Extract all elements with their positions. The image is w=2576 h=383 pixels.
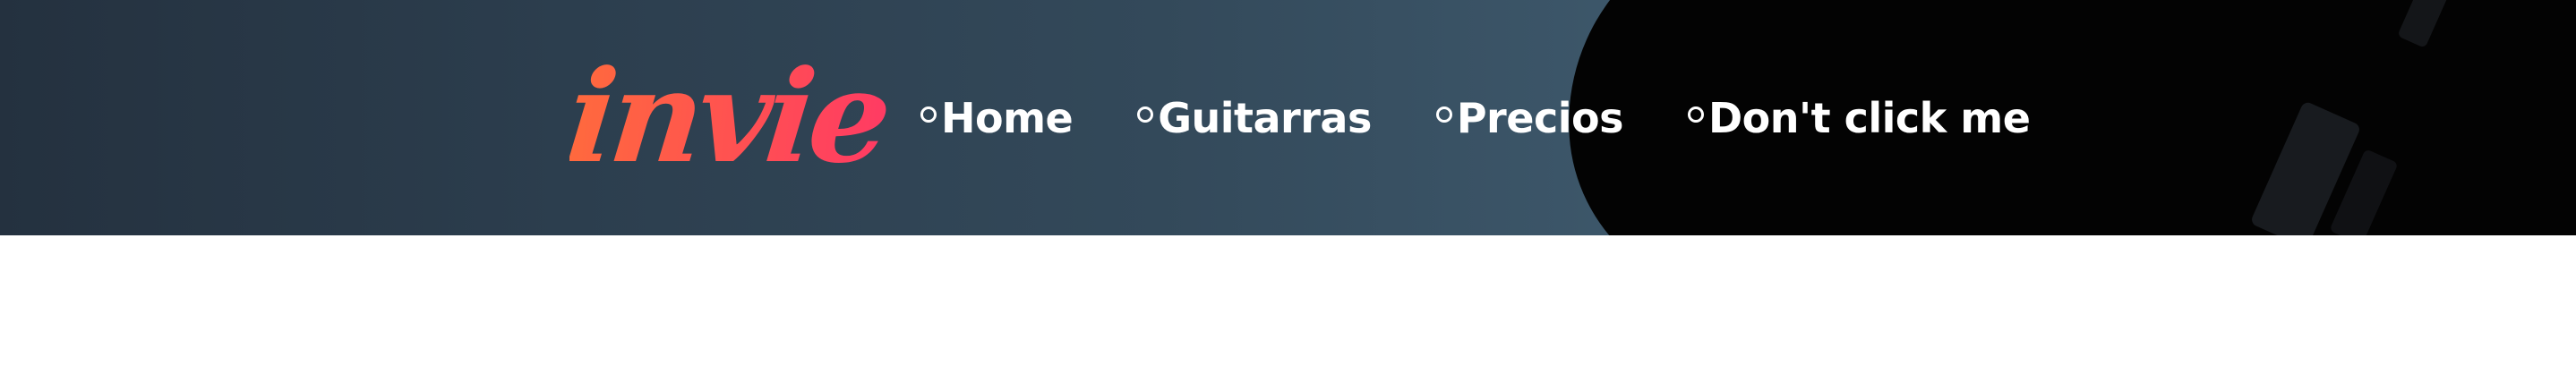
main-nav: invie Home Guitarras Precios Don't click…: [569, 55, 2031, 181]
nav-item-label: Guitarras: [1158, 94, 1372, 142]
circle-bullet-icon: [1435, 106, 1452, 123]
nav-item-dont-click-me[interactable]: Don't click me: [1687, 94, 2031, 142]
nav-item-label: Don't click me: [1707, 94, 2031, 142]
nav-item-home[interactable]: Home: [920, 94, 1074, 142]
circle-bullet-icon: [1687, 106, 1704, 123]
nav-item-label: Home: [941, 94, 1074, 142]
nav-item-precios[interactable]: Precios: [1435, 94, 1624, 142]
nav-item-label: Precios: [1456, 94, 1624, 142]
invie-logo[interactable]: invie: [569, 55, 910, 181]
site-header: invie Home Guitarras Precios Don't click…: [0, 0, 2576, 235]
circle-bullet-icon: [1137, 106, 1154, 123]
page-content-area: [0, 235, 2576, 383]
logo-text: invie: [569, 55, 894, 181]
nav-menu: Home Guitarras Precios Don't click me: [920, 94, 2031, 142]
circle-bullet-icon: [920, 106, 937, 123]
nav-item-guitarras[interactable]: Guitarras: [1137, 94, 1372, 142]
